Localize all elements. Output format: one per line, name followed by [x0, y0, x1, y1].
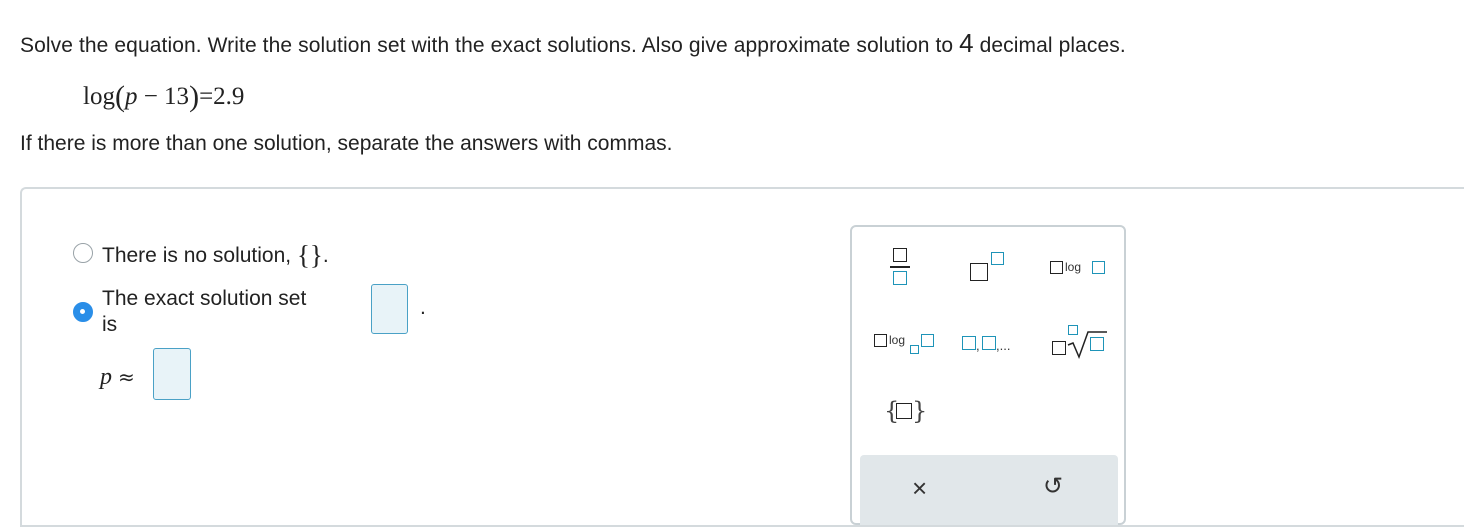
equation-func: log: [83, 83, 115, 110]
log-button[interactable]: log: [1050, 257, 1120, 279]
approx-variable: p: [100, 364, 112, 390]
approx-symbol: ≈: [118, 365, 135, 389]
log-base-button[interactable]: log: [874, 331, 934, 359]
right-paren: ): [189, 80, 200, 113]
option-exact-label-line2[interactable]: is: [102, 313, 117, 337]
instruction-suffix: decimal places.: [973, 34, 1126, 57]
empty-set-braces: {}: [296, 240, 323, 270]
left-paren: (: [114, 80, 125, 113]
instruction-note: If there is more than one solution, sepa…: [20, 132, 673, 155]
instruction-text: Solve the equation. Write the solution s…: [20, 28, 1126, 59]
instruction-prefix: Solve the equation. Write the solution s…: [20, 34, 960, 57]
log-base-button-text: log: [889, 333, 906, 347]
equation: log(p − 13)=2.9: [83, 80, 244, 114]
approx-label: p ≈: [100, 364, 135, 391]
undo-icon[interactable]: ↺: [1043, 472, 1063, 501]
exponent-button[interactable]: [968, 249, 1008, 285]
list-comma: ,: [976, 338, 980, 353]
decimal-places-number: 4: [959, 28, 974, 58]
option-no-solution[interactable]: There is no solution, {}.: [102, 240, 329, 271]
list-ellipsis: ,...: [996, 338, 1011, 353]
exact-solution-period: .: [420, 296, 426, 319]
list-button[interactable]: , ,...: [962, 333, 1022, 355]
option-exact-label-line1[interactable]: The exact solution set: [102, 287, 306, 311]
equation-variable: p: [124, 83, 138, 110]
equation-inner: − 13: [137, 83, 190, 110]
approx-solution-input[interactable]: [153, 348, 191, 400]
fraction-button[interactable]: [890, 245, 914, 289]
equation-rhs: =2.9: [199, 83, 245, 110]
radio-no-solution[interactable]: [73, 243, 93, 263]
answer-panel: [20, 187, 1464, 527]
math-palette: log log , ,... {} × ↺: [850, 225, 1126, 525]
clear-icon[interactable]: ×: [912, 473, 927, 504]
set-braces-button[interactable]: { }: [884, 397, 927, 427]
nth-root-button[interactable]: [1052, 323, 1108, 359]
log-button-text: log: [1065, 260, 1082, 274]
option-no-solution-period: .: [322, 244, 329, 267]
palette-footer: × ↺: [860, 455, 1118, 525]
radio-exact-solution[interactable]: [73, 302, 93, 322]
option-no-solution-label: There is no solution,: [102, 244, 297, 267]
exact-solution-input[interactable]: [371, 284, 408, 334]
